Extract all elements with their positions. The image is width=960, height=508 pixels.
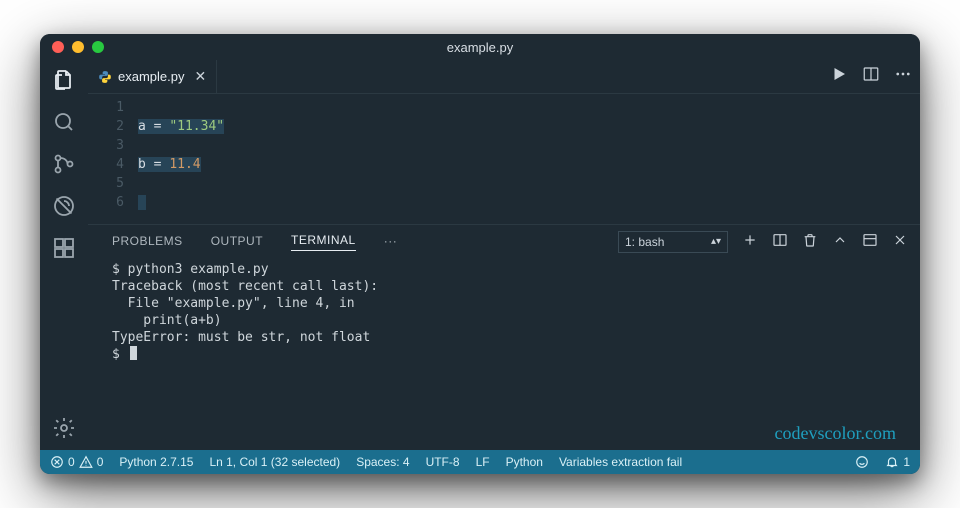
python-file-icon bbox=[98, 70, 112, 84]
status-python-version[interactable]: Python 2.7.15 bbox=[119, 455, 193, 469]
zoom-window-button[interactable] bbox=[92, 41, 104, 53]
kill-terminal-icon[interactable] bbox=[802, 232, 818, 253]
status-encoding[interactable]: UTF-8 bbox=[426, 455, 460, 469]
vscode-window: example.py bbox=[40, 34, 920, 474]
panel-tab-terminal[interactable]: TERMINAL bbox=[291, 233, 356, 251]
source-control-icon[interactable] bbox=[52, 152, 76, 176]
split-editor-icon[interactable] bbox=[862, 65, 880, 88]
notifications-bell-icon[interactable]: 1 bbox=[885, 455, 910, 469]
code-content: a = "11.34" b = 11.4 print(a+b) bbox=[138, 94, 224, 224]
panel-tab-output[interactable]: OUTPUT bbox=[211, 234, 263, 251]
status-message[interactable]: Variables extraction fail bbox=[559, 455, 682, 469]
panel-tab-problems[interactable]: PROBLEMS bbox=[112, 234, 183, 251]
search-icon[interactable] bbox=[52, 110, 76, 134]
status-errors[interactable]: 0 0 bbox=[50, 455, 103, 469]
terminal-selector-label: 1: bash bbox=[625, 235, 664, 249]
new-terminal-icon[interactable] bbox=[742, 232, 758, 253]
titlebar: example.py bbox=[40, 34, 920, 60]
explorer-icon[interactable] bbox=[52, 68, 76, 92]
terminal-cursor bbox=[130, 346, 137, 360]
code-editor[interactable]: 1 2 3 4 5 6 a = "11.34" b = 11.4 print(a… bbox=[88, 94, 920, 224]
chevron-updown-icon: ▴▾ bbox=[711, 237, 721, 247]
close-tab-icon[interactable]: ✕ bbox=[190, 68, 206, 85]
terminal-selector[interactable]: 1: bash ▴▾ bbox=[618, 231, 728, 253]
bottom-panel: PROBLEMS OUTPUT TERMINAL ··· 1: bash ▴▾ bbox=[88, 224, 920, 450]
settings-gear-icon[interactable] bbox=[52, 416, 76, 440]
status-language-mode[interactable]: Python bbox=[506, 455, 543, 469]
close-panel-icon[interactable] bbox=[892, 232, 908, 253]
terminal-output[interactable]: $ python3 example.py Traceback (most rec… bbox=[88, 259, 920, 450]
extensions-icon[interactable] bbox=[52, 236, 76, 260]
status-eol[interactable]: LF bbox=[476, 455, 490, 469]
traffic-lights bbox=[52, 41, 104, 53]
line-gutter: 1 2 3 4 5 6 bbox=[88, 94, 138, 224]
more-actions-icon[interactable] bbox=[894, 65, 912, 88]
tab-example-py[interactable]: example.py ✕ bbox=[88, 60, 217, 93]
main-area: example.py ✕ 1 2 3 4 5 6 bbox=[88, 60, 920, 450]
status-bar: 0 0 Python 2.7.15 Ln 1, Col 1 (32 select… bbox=[40, 450, 920, 474]
run-button[interactable] bbox=[830, 65, 848, 88]
close-window-button[interactable] bbox=[52, 41, 64, 53]
window-title: example.py bbox=[40, 40, 920, 55]
status-indentation[interactable]: Spaces: 4 bbox=[356, 455, 409, 469]
minimize-window-button[interactable] bbox=[72, 41, 84, 53]
split-terminal-icon[interactable] bbox=[772, 232, 788, 253]
maximize-panel-icon[interactable] bbox=[862, 232, 878, 253]
window-body: example.py ✕ 1 2 3 4 5 6 bbox=[40, 60, 920, 450]
panel-tab-more[interactable]: ··· bbox=[384, 234, 398, 251]
status-cursor-position[interactable]: Ln 1, Col 1 (32 selected) bbox=[209, 455, 340, 469]
feedback-smiley-icon[interactable] bbox=[855, 455, 869, 469]
panel-tabbar: PROBLEMS OUTPUT TERMINAL ··· 1: bash ▴▾ bbox=[88, 225, 920, 259]
chevron-up-icon[interactable] bbox=[832, 232, 848, 253]
activity-bar bbox=[40, 60, 88, 450]
editor-tabbar: example.py ✕ bbox=[88, 60, 920, 94]
tab-label: example.py bbox=[118, 69, 184, 84]
debug-icon[interactable] bbox=[52, 194, 76, 218]
